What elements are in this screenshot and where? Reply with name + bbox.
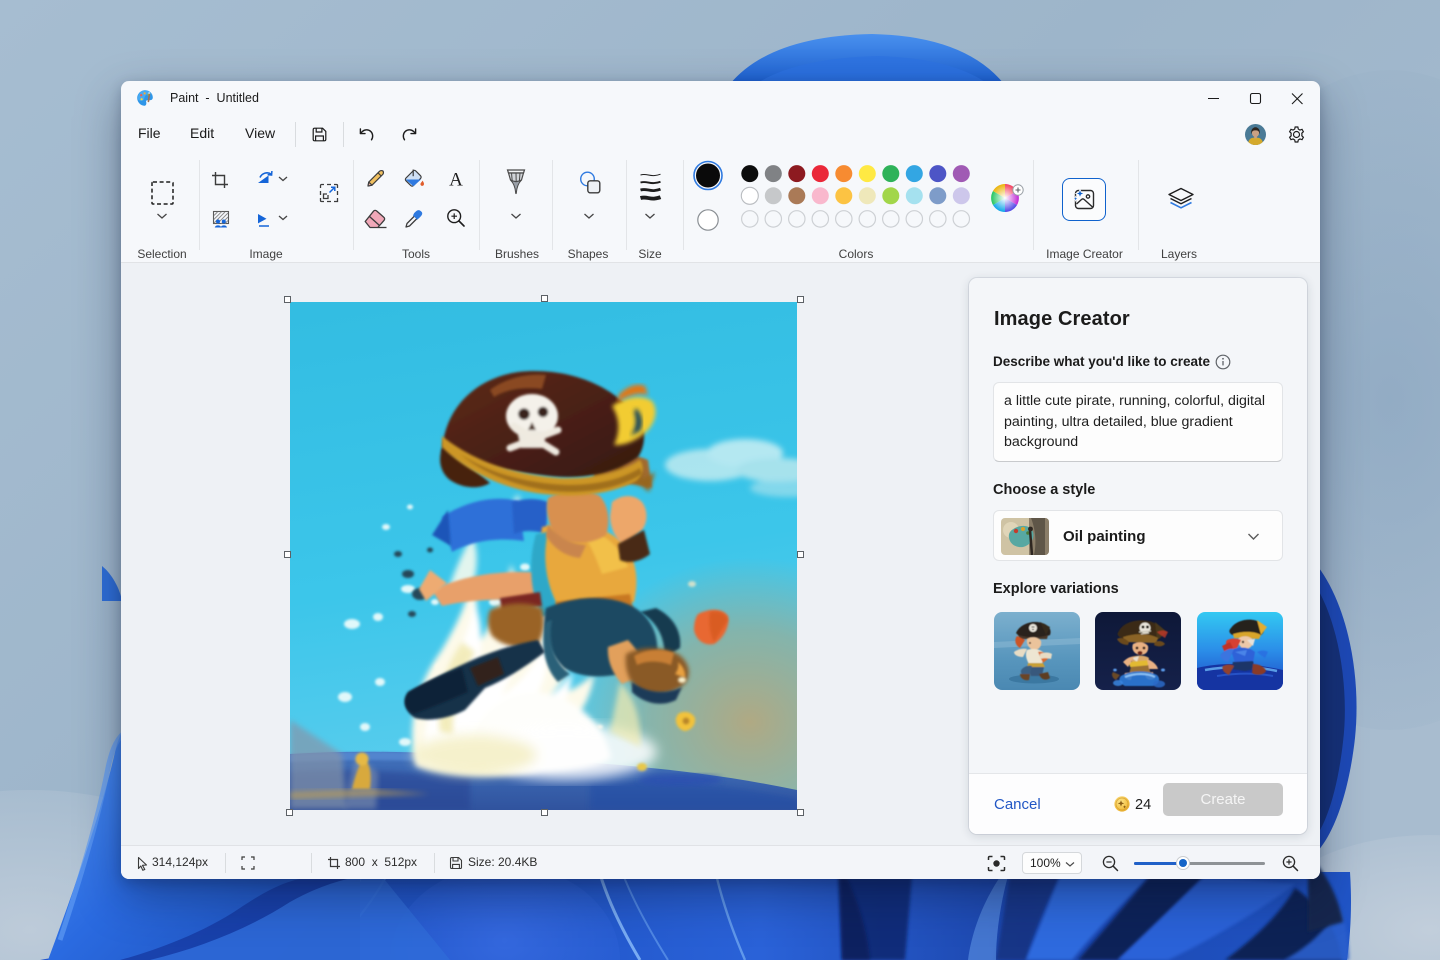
svg-text:A: A [449, 170, 463, 190]
